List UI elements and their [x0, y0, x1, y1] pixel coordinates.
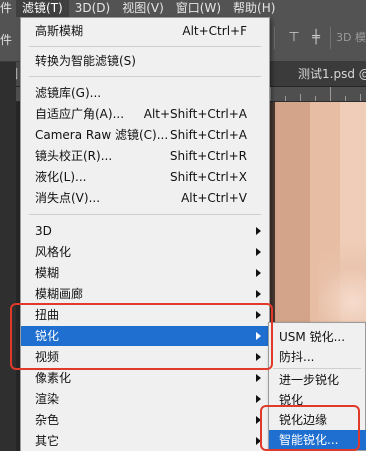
submenu-arrow-icon — [256, 269, 261, 277]
menu-separator — [29, 76, 261, 77]
menu-view[interactable]: 视图(V) — [116, 0, 170, 17]
align-middle-icon[interactable]: ╪ — [305, 27, 327, 49]
submenu-arrow-icon — [256, 227, 261, 235]
submenu-arrow-icon — [256, 416, 261, 424]
menu-item-shortcut: Alt+Shift+Ctrl+A — [143, 107, 247, 121]
submenu-arrow-icon — [256, 374, 261, 382]
photoshop-window: 件 滤镜(T) 3D(D) 视图(V) 窗口(W) 帮助(H) 件 ⊤ ╪ 3D… — [0, 0, 366, 451]
menu-item-lens-correction[interactable]: 镜头校正(R)... Shift+Ctrl+R — [21, 146, 269, 166]
menu-item-other[interactable]: 其它 — [21, 431, 269, 451]
submenu-arrow-icon — [256, 353, 261, 361]
menu-filter[interactable]: 滤镜(T) — [16, 0, 69, 17]
submenu-item-sharpen-edges[interactable]: 锐化边缘 — [269, 410, 366, 430]
filter-menu: 高斯模糊 Alt+Ctrl+F 转换为智能滤镜(S) 滤镜库(G)... 自适应… — [20, 17, 270, 451]
menu-item-label: 转换为智能滤镜(S) — [35, 54, 136, 68]
toolbar-panel — [0, 62, 16, 451]
menu-item-3d[interactable]: 3D — [21, 221, 269, 241]
menu-item-label: 扭曲 — [35, 308, 60, 322]
menu-item-liquify[interactable]: 液化(L)... Shift+Ctrl+X — [21, 167, 269, 187]
menu-item-shortcut: Shift+Ctrl+R — [169, 149, 247, 163]
menu-help[interactable]: 帮助(H) — [227, 0, 281, 17]
menu-file-partial[interactable]: 件 — [0, 0, 16, 17]
submenu-arrow-icon — [256, 248, 261, 256]
submenu-item-shake-reduction[interactable]: 防抖... — [269, 347, 366, 367]
menu-item-blur[interactable]: 模糊 — [21, 263, 269, 283]
menu-item-gaussian-blur[interactable]: 高斯模糊 Alt+Ctrl+F — [21, 21, 269, 41]
menu-item-label: 液化(L)... — [35, 170, 87, 184]
menu-window[interactable]: 窗口(W) — [170, 0, 227, 17]
menu-item-blur-gallery[interactable]: 模糊画廊 — [21, 284, 269, 304]
menu-item-shortcut: Alt+Ctrl+V — [181, 191, 247, 205]
ruler-tick — [330, 87, 331, 101]
menu-item-shortcut: Alt+Ctrl+F — [182, 24, 247, 38]
ruler-tick — [345, 96, 346, 101]
align-top-icon[interactable]: ⊤ — [283, 27, 305, 49]
options-separator — [330, 27, 331, 49]
menu-item-render[interactable]: 渲染 — [21, 389, 269, 409]
menu-item-label: 风格化 — [35, 245, 72, 259]
menu-3d[interactable]: 3D(D) — [69, 0, 116, 17]
menu-bar: 件 滤镜(T) 3D(D) 视图(V) 窗口(W) 帮助(H) — [0, 0, 366, 17]
menu-item-label: 像素化 — [35, 371, 72, 385]
menu-item-label: 视频 — [35, 350, 60, 364]
menu-item-label: Camera Raw 滤镜(C)... — [35, 128, 169, 142]
menu-item-adaptive-wide-angle[interactable]: 自适应广角(A)... Alt+Shift+Ctrl+A — [21, 104, 269, 124]
menu-separator — [29, 214, 261, 215]
submenu-arrow-icon — [256, 332, 261, 340]
menu-item-label: 模糊画廊 — [35, 287, 84, 301]
submenu-arrow-icon — [256, 395, 261, 403]
menu-item-convert-smart-filter[interactable]: 转换为智能滤镜(S) — [21, 51, 269, 71]
ruler-tick — [315, 96, 316, 101]
menu-item-label: 镜头校正(R)... — [35, 149, 113, 163]
ruler-tick — [300, 94, 301, 101]
menu-item-label: 滤镜库(G)... — [35, 86, 102, 100]
document-tab-label: 测试1.psd @ — [298, 67, 366, 81]
menu-item-label: 杂色 — [35, 413, 60, 427]
menu-item-label: 其它 — [35, 434, 60, 448]
submenu-item-sharpen[interactable]: 锐化 — [269, 390, 366, 410]
menu-item-label: 3D — [35, 224, 52, 238]
document-tab-test1[interactable]: 测试1.psd @ × — [292, 62, 366, 86]
menu-item-sharpen[interactable]: 锐化 — [21, 326, 269, 346]
menu-separator — [29, 46, 261, 47]
ruler-tick — [285, 96, 286, 101]
ruler-tick — [270, 87, 271, 101]
menu-item-label: 自适应广角(A)... — [35, 107, 125, 121]
3d-mode-label: 3D 模 — [336, 31, 366, 44]
menu-item-label: 模糊 — [35, 266, 60, 280]
menu-item-stylize[interactable]: 风格化 — [21, 242, 269, 262]
menu-item-vanishing-point[interactable]: 消失点(V)... Alt+Ctrl+V — [21, 188, 269, 208]
submenu-arrow-icon — [256, 311, 261, 319]
menu-item-camera-raw[interactable]: Camera Raw 滤镜(C)... Shift+Ctrl+A — [21, 125, 269, 145]
menu-item-distort[interactable]: 扭曲 — [21, 305, 269, 325]
submenu-item-smart-sharpen[interactable]: 智能锐化... — [269, 430, 366, 450]
submenu-arrow-icon — [256, 290, 261, 298]
sharpen-submenu: USM 锐化... 防抖... 进一步锐化 锐化 锐化边缘 智能锐化... — [268, 322, 366, 451]
submenu-arrow-icon — [256, 437, 261, 445]
options-separator — [274, 27, 275, 49]
menu-item-pixelate[interactable]: 像素化 — [21, 368, 269, 388]
menu-item-label: 锐化 — [35, 329, 60, 343]
menu-item-filter-gallery[interactable]: 滤镜库(G)... — [21, 83, 269, 103]
menu-separator — [273, 368, 361, 369]
menu-item-shortcut: Shift+Ctrl+X — [170, 170, 247, 184]
menu-item-video[interactable]: 视频 — [21, 347, 269, 367]
menu-item-label: 高斯模糊 — [35, 24, 84, 38]
options-bar-label: 件 — [0, 33, 13, 47]
menu-item-label: 消失点(V)... — [35, 191, 101, 205]
menu-item-shortcut: Shift+Ctrl+A — [170, 128, 247, 142]
menu-item-label: 渲染 — [35, 392, 60, 406]
submenu-item-sharpen-more[interactable]: 进一步锐化 — [269, 370, 366, 390]
submenu-item-unsharp-mask[interactable]: USM 锐化... — [269, 327, 366, 347]
menu-item-noise[interactable]: 杂色 — [21, 410, 269, 430]
ruler-tick — [360, 94, 361, 101]
